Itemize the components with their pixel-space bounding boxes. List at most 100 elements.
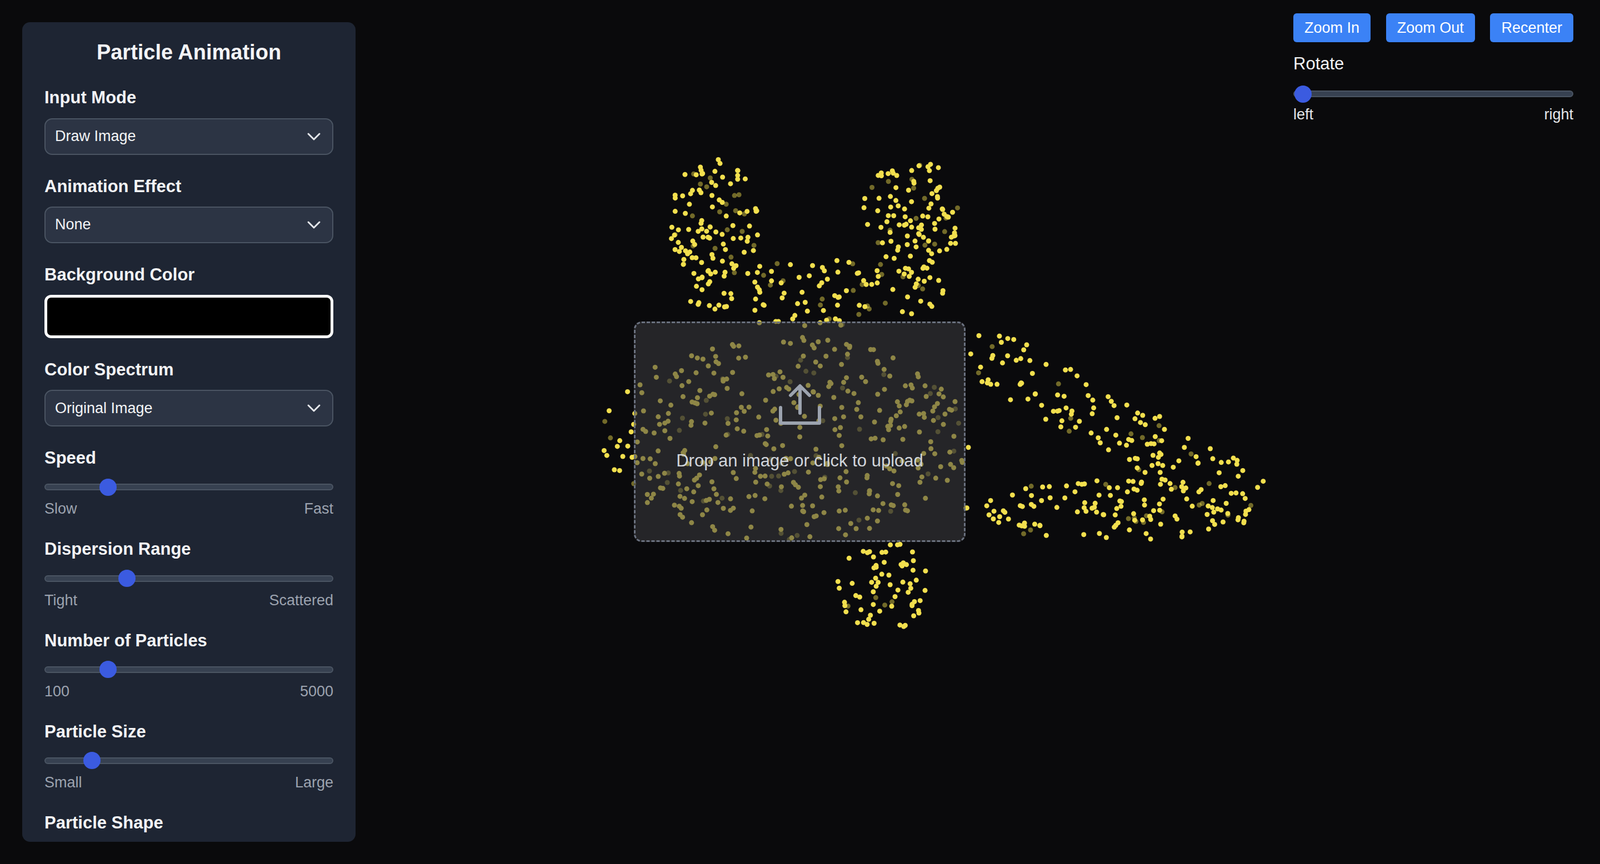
particle bbox=[723, 213, 729, 219]
particle bbox=[728, 296, 734, 302]
particle bbox=[825, 276, 830, 282]
rotate-track[interactable] bbox=[1293, 90, 1574, 98]
min-label: Tight bbox=[44, 592, 78, 610]
slider-thumb[interactable] bbox=[118, 570, 136, 588]
view-button[interactable]: Zoom Out bbox=[1386, 13, 1475, 43]
select[interactable]: None bbox=[44, 206, 334, 244]
particle bbox=[1107, 493, 1113, 499]
particle bbox=[1180, 480, 1186, 485]
slider-thumb[interactable] bbox=[99, 661, 117, 679]
min-label: Slow bbox=[44, 500, 78, 518]
slider-track[interactable] bbox=[44, 666, 334, 674]
particle bbox=[745, 271, 750, 277]
particle bbox=[757, 263, 763, 269]
particle bbox=[751, 242, 757, 248]
particle bbox=[883, 254, 889, 260]
particle bbox=[779, 295, 785, 301]
particle bbox=[601, 448, 607, 454]
particle bbox=[922, 196, 928, 202]
particle bbox=[716, 302, 722, 308]
view-button[interactable]: Zoom In bbox=[1293, 13, 1371, 43]
particle bbox=[935, 195, 940, 201]
slider-track[interactable] bbox=[44, 575, 334, 583]
control-label: Particle Size bbox=[44, 721, 334, 743]
slider-track[interactable] bbox=[44, 483, 334, 491]
select[interactable]: Draw Image bbox=[44, 118, 334, 155]
particle bbox=[990, 353, 996, 359]
particle bbox=[910, 550, 915, 555]
particle bbox=[1160, 463, 1165, 469]
particle bbox=[1108, 398, 1114, 404]
particle bbox=[1056, 408, 1062, 414]
particle bbox=[860, 548, 866, 554]
particle bbox=[707, 224, 713, 230]
particle bbox=[1204, 512, 1210, 518]
control-label: Animation Effect bbox=[44, 176, 334, 197]
particle bbox=[1206, 481, 1212, 487]
particle bbox=[901, 624, 907, 630]
particle bbox=[1248, 503, 1254, 509]
particle bbox=[676, 248, 682, 254]
particle bbox=[625, 389, 630, 395]
particle bbox=[926, 238, 932, 244]
rotate-thumb[interactable] bbox=[1294, 85, 1312, 103]
particle bbox=[873, 576, 879, 582]
particle bbox=[721, 291, 727, 297]
particle bbox=[1158, 522, 1164, 528]
particle bbox=[1076, 418, 1082, 424]
particle bbox=[1021, 347, 1027, 353]
particle bbox=[821, 308, 827, 314]
particle bbox=[881, 560, 887, 565]
particle bbox=[1082, 481, 1088, 487]
upload-dropzone[interactable]: Drop an image or click to upload bbox=[633, 321, 966, 543]
particle bbox=[955, 205, 960, 211]
particle bbox=[1234, 461, 1240, 467]
slider-track[interactable] bbox=[44, 757, 334, 765]
particle bbox=[1047, 495, 1053, 501]
particle bbox=[1140, 435, 1145, 441]
particle bbox=[978, 365, 984, 370]
particle bbox=[870, 589, 876, 595]
particle bbox=[722, 247, 728, 253]
particle bbox=[1094, 478, 1100, 484]
control-group: Number of Particles1005000 bbox=[44, 630, 334, 701]
particle bbox=[1025, 396, 1031, 402]
particle bbox=[1160, 496, 1166, 502]
particle bbox=[699, 226, 705, 232]
particle bbox=[1125, 489, 1130, 495]
view-button[interactable]: Recenter bbox=[1490, 13, 1574, 43]
particle bbox=[810, 263, 815, 269]
particle bbox=[930, 260, 935, 265]
particle bbox=[680, 193, 685, 199]
particle bbox=[1068, 411, 1074, 417]
particle bbox=[842, 600, 848, 605]
control-panel: Particle AnimationInput ModeDraw ImageAn… bbox=[22, 22, 356, 843]
particle bbox=[1088, 430, 1094, 436]
particle bbox=[869, 282, 875, 288]
particle bbox=[738, 235, 744, 241]
control-group: SpeedSlowFast bbox=[44, 447, 334, 518]
particle bbox=[708, 180, 714, 185]
particle bbox=[936, 165, 942, 170]
particle bbox=[907, 218, 913, 224]
particle bbox=[895, 587, 901, 593]
particle bbox=[1115, 485, 1120, 491]
slider-thumb[interactable] bbox=[99, 478, 117, 497]
color-swatch[interactable] bbox=[44, 295, 334, 339]
particle bbox=[1117, 441, 1123, 447]
particle bbox=[676, 227, 682, 233]
particle bbox=[1157, 450, 1163, 456]
select[interactable]: Original Image bbox=[44, 390, 334, 427]
particle bbox=[1106, 447, 1112, 453]
slider-thumb[interactable] bbox=[83, 752, 101, 770]
control-group: Dispersion RangeTightScattered bbox=[44, 538, 334, 609]
particle bbox=[1056, 381, 1062, 387]
particle bbox=[1063, 483, 1069, 489]
particle bbox=[753, 296, 759, 302]
particle bbox=[1179, 534, 1185, 540]
particle bbox=[1093, 510, 1099, 515]
particle bbox=[1043, 362, 1049, 368]
min-label: left bbox=[1293, 106, 1314, 124]
max-label: Large bbox=[295, 774, 334, 792]
particle bbox=[699, 171, 705, 177]
